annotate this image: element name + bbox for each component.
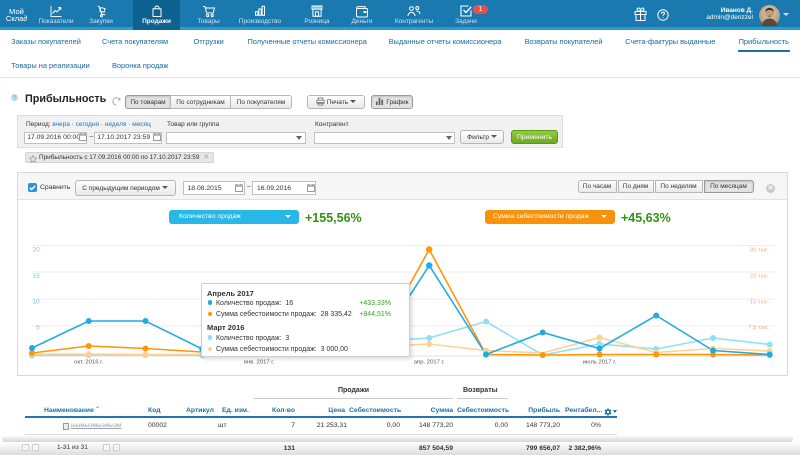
svg-text:янв. 2017 г.: янв. 2017 г. xyxy=(244,360,275,366)
svg-text:23 тыс.: 23 тыс. xyxy=(750,274,770,280)
svg-text:30 тыс.: 30 тыс. xyxy=(750,247,770,253)
svg-text:5: 5 xyxy=(36,324,40,331)
svg-text:окт. 2016 г.: окт. 2016 г. xyxy=(74,360,103,366)
svg-text:апр. 2017 г.: апр. 2017 г. xyxy=(414,360,445,366)
svg-text:10: 10 xyxy=(32,299,40,306)
svg-text:7,5 тыс.: 7,5 тыс. xyxy=(748,325,770,331)
svg-text:20: 20 xyxy=(32,247,40,254)
svg-text:июль 2017 г.: июль 2017 г. xyxy=(583,360,617,366)
svg-text:15 тыс.: 15 тыс. xyxy=(750,300,770,306)
svg-text:?: ? xyxy=(13,95,16,101)
svg-text:15: 15 xyxy=(32,273,40,280)
